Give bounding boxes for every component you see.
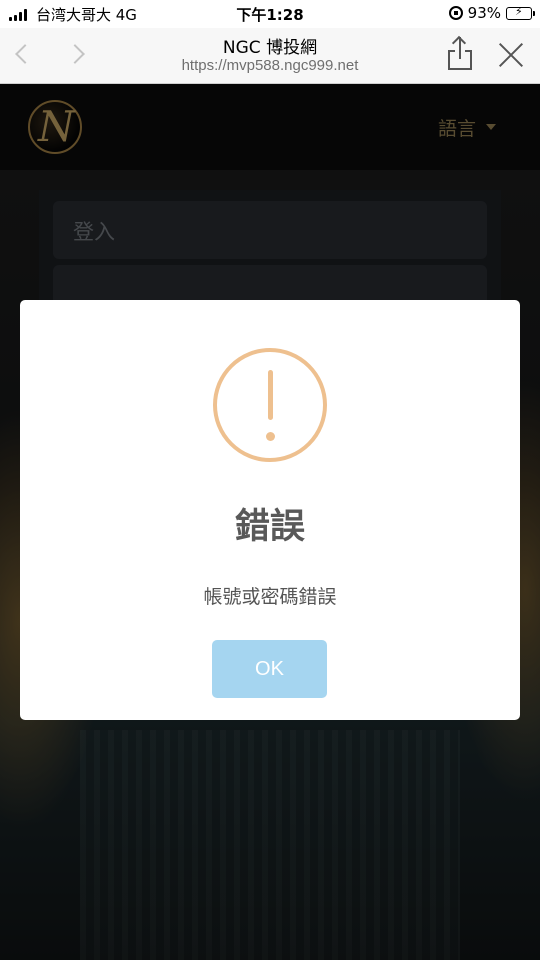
battery-icon: ⚡ bbox=[506, 4, 535, 20]
share-button[interactable] bbox=[446, 35, 474, 72]
ok-button[interactable]: OK bbox=[212, 640, 327, 698]
dialog-title: 錯誤 bbox=[234, 507, 305, 547]
share-arrow-head bbox=[451, 35, 467, 51]
battery-percent: 93% bbox=[467, 4, 501, 22]
charging-bolt-icon: ⚡ bbox=[515, 4, 523, 18]
status-bar: 台湾大哥大 4G 下午1:28 93% ⚡ bbox=[0, 0, 540, 28]
warning-icon-bar bbox=[268, 370, 273, 420]
warning-icon bbox=[213, 348, 327, 462]
browser-toolbar: NGC 博投網 https://mvp588.ngc999.net bbox=[0, 28, 540, 84]
close-button[interactable] bbox=[498, 42, 524, 68]
orientation-lock-icon bbox=[448, 6, 463, 20]
status-right-group: 93% ⚡ bbox=[448, 4, 535, 22]
warning-icon-dot bbox=[266, 432, 275, 441]
dialog-message: 帳號或密碼錯誤 bbox=[203, 586, 337, 608]
error-dialog: 錯誤 帳號或密碼錯誤 OK bbox=[20, 300, 520, 720]
